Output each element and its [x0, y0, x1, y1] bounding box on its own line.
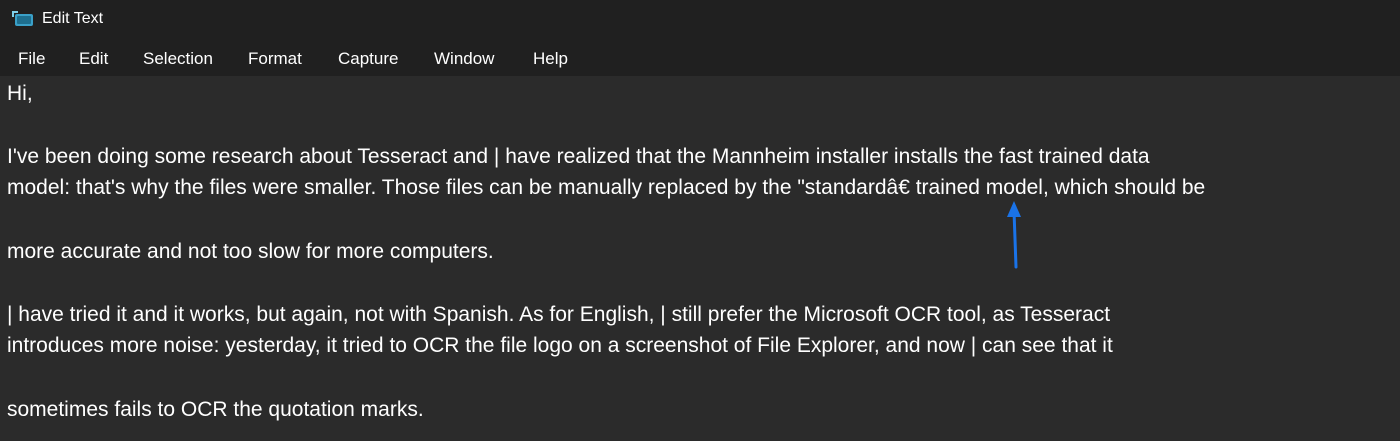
edit-text-window: Edit Text File Edit Selection Format Cap… [0, 0, 1400, 441]
editor-line[interactable]: I've been doing some research about Tess… [7, 145, 1150, 169]
editor-line[interactable]: | have tried it and it works, but again,… [7, 303, 1110, 327]
menu-selection[interactable]: Selection [143, 49, 213, 69]
menu-window[interactable]: Window [434, 49, 494, 69]
editor-line[interactable]: Hi, [7, 82, 33, 106]
editor-line[interactable]: sometimes fails to OCR the quotation mar… [7, 398, 424, 422]
menu-format[interactable]: Format [248, 49, 302, 69]
editor-line[interactable]: introduces more noise: yesterday, it tri… [7, 334, 1113, 358]
menu-capture[interactable]: Capture [338, 49, 398, 69]
menu-edit[interactable]: Edit [79, 49, 108, 69]
menu-help[interactable]: Help [533, 49, 568, 69]
arrow-up-icon [1007, 201, 1021, 269]
window-title: Edit Text [42, 10, 104, 27]
app-window-icon [12, 11, 33, 26]
editor-line[interactable]: more accurate and not too slow for more … [7, 240, 494, 264]
text-editor[interactable]: Hi, I've been doing some research about … [0, 76, 1400, 441]
title-bar: Edit Text [0, 0, 1400, 40]
menu-file[interactable]: File [18, 49, 45, 69]
menu-bar: File Edit Selection Format Capture Windo… [0, 40, 1400, 76]
